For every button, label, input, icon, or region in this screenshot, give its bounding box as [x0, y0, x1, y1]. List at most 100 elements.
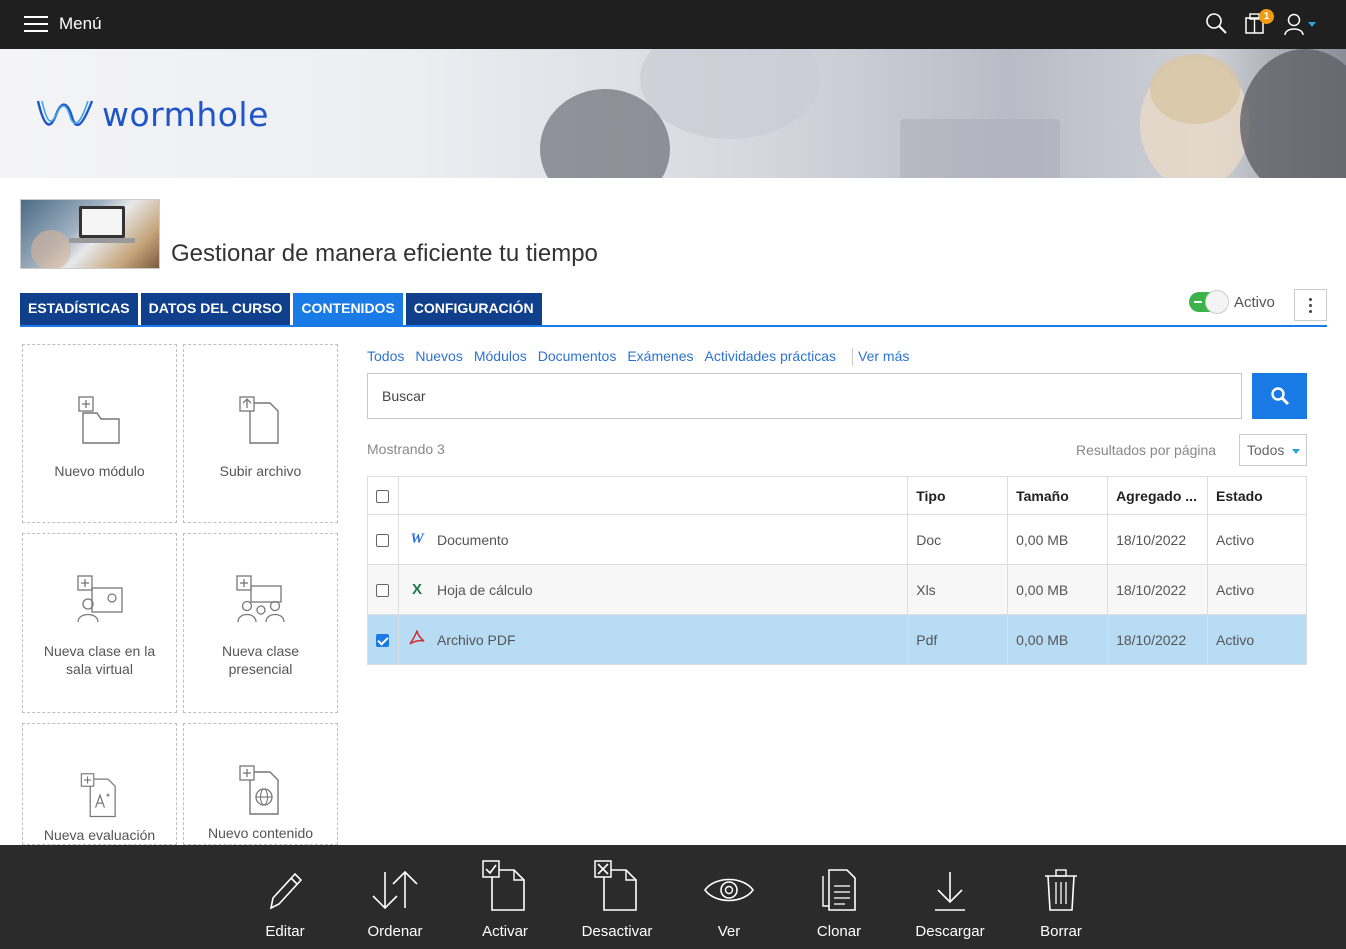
search-icon[interactable]: [1204, 11, 1228, 37]
banner: wormhole: [0, 49, 1346, 178]
card-label: Nuevo módulo: [54, 463, 145, 479]
notification-badge: 1: [1259, 9, 1274, 24]
in-person-class-icon: [235, 575, 285, 623]
added-header[interactable]: Agregado ...: [1107, 476, 1209, 515]
deactivate-button[interactable]: Desactivar: [567, 845, 667, 949]
clone-icon: [822, 869, 856, 911]
new-evaluation-card[interactable]: Nueva evaluación: [22, 723, 177, 845]
filter-modulos[interactable]: Módulos: [474, 348, 527, 366]
virtual-class-card[interactable]: Nueva clase en la sala virtual: [22, 533, 177, 713]
sort-button[interactable]: Ordenar: [345, 845, 445, 949]
sort-arrows-icon: [372, 870, 418, 910]
file-added: 18/10/2022: [1107, 564, 1209, 615]
file-status: Activo: [1207, 614, 1307, 665]
size-header[interactable]: Tamaño: [1007, 476, 1109, 515]
tab-contenidos[interactable]: CONTENIDOS: [293, 293, 403, 325]
row-checkbox[interactable]: [376, 634, 389, 648]
results-per-page-select[interactable]: Todos: [1239, 434, 1307, 466]
file-name: Documento: [436, 531, 509, 548]
file-type: Xls: [907, 564, 1009, 615]
status-header[interactable]: Estado: [1207, 476, 1307, 515]
tab-configuracion[interactable]: CONFIGURACIÓN: [405, 293, 542, 325]
toggle-switch[interactable]: [1189, 290, 1229, 314]
course-thumbnail: [20, 199, 160, 269]
search-input[interactable]: [367, 373, 1242, 419]
new-content-card[interactable]: Nuevo contenido: [183, 723, 338, 845]
new-content-icon: [238, 765, 279, 815]
select-all-checkbox[interactable]: [376, 490, 389, 504]
word-icon: W: [410, 531, 424, 547]
filter-ver-mas[interactable]: Ver más: [858, 348, 909, 366]
upload-file-icon: [238, 396, 279, 444]
results-per-page-label: Resultados por página: [1076, 442, 1217, 458]
kebab-icon: [1309, 297, 1312, 301]
tab-estadisticas[interactable]: ESTADÍSTICAS: [20, 293, 138, 325]
clone-button[interactable]: Clonar: [789, 845, 889, 949]
table-row[interactable]: Archivo PDF Pdf 0,00 MB 18/10/2022 Activ…: [367, 614, 1307, 665]
wormhole-logo-icon: [36, 100, 94, 126]
table-header-row: Tipo Tamaño Agregado ... Estado: [367, 476, 1307, 515]
file-size: 0,00 MB: [1007, 564, 1109, 615]
file-size: 0,00 MB: [1007, 514, 1109, 565]
filter-documentos[interactable]: Documentos: [538, 348, 617, 366]
edit-button[interactable]: Editar: [235, 845, 335, 949]
more-options-button[interactable]: [1294, 289, 1327, 321]
card-label: Nueva clase presencial: [221, 643, 300, 677]
card-label: Nueva clase en la sala virtual: [43, 643, 156, 677]
hamburger-icon: [24, 16, 48, 32]
user-menu[interactable]: [1284, 11, 1318, 37]
virtual-class-icon: [76, 575, 123, 623]
delete-button[interactable]: Borrar: [1011, 845, 1111, 949]
file-added: 18/10/2022: [1107, 614, 1209, 665]
card-label: Subir archivo: [219, 463, 302, 479]
activate-doc-icon: [482, 860, 525, 911]
filter-todos[interactable]: Todos: [367, 348, 404, 366]
chevron-down-icon: [1308, 21, 1316, 27]
status-toggle-label: Activo: [1234, 293, 1275, 311]
view-button[interactable]: Ver: [679, 845, 779, 949]
tab-datos-del-curso[interactable]: DATOS DEL CURSO: [140, 293, 291, 325]
course-tabs: ESTADÍSTICAS DATOS DEL CURSO CONTENIDOS …: [20, 293, 545, 325]
search-button[interactable]: [1252, 373, 1307, 419]
card-label: Nuevo contenido: [207, 825, 314, 841]
contents-table: Tipo Tamaño Agregado ... Estado W Documen…: [367, 476, 1307, 665]
menu-button[interactable]: Menú: [24, 12, 102, 36]
results-count: Mostrando 3: [367, 441, 445, 457]
file-type: Doc: [907, 514, 1009, 565]
filter-nuevos[interactable]: Nuevos: [415, 348, 462, 366]
chevron-down-icon: [1292, 449, 1300, 454]
menu-label: Menú: [59, 14, 102, 33]
download-button[interactable]: Descargar: [900, 845, 1000, 949]
in-person-class-card[interactable]: Nueva clase presencial: [183, 533, 338, 713]
notifications-icon[interactable]: 1: [1244, 9, 1274, 37]
row-checkbox[interactable]: [376, 534, 389, 548]
table-row[interactable]: W Documento Doc 0,00 MB 18/10/2022 Activo: [367, 514, 1307, 565]
upload-file-card[interactable]: Subir archivo: [183, 344, 338, 523]
name-header: [397, 476, 909, 515]
row-checkbox[interactable]: [376, 584, 389, 598]
eye-icon: [704, 878, 754, 902]
logo-text: wormhole: [102, 95, 269, 134]
file-status: Activo: [1207, 564, 1307, 615]
filter-separator: [852, 348, 854, 366]
delete-label: Borrar: [1040, 923, 1082, 940]
search-icon: [1270, 387, 1289, 406]
activate-label: Activar: [482, 923, 528, 940]
status-toggle[interactable]: Activo: [1189, 290, 1275, 314]
table-row[interactable]: X Hoja de cálculo Xls 0,00 MB 18/10/2022 …: [367, 564, 1307, 615]
new-module-card[interactable]: Nuevo módulo: [22, 344, 177, 523]
excel-icon: X: [411, 581, 422, 598]
file-added: 18/10/2022: [1107, 514, 1209, 565]
results-per-page-value: Todos: [1247, 442, 1285, 458]
type-header[interactable]: Tipo: [907, 476, 1009, 515]
filter-examenes[interactable]: Exámenes: [627, 348, 693, 366]
bottom-action-bar: Editar Ordenar Activar Desactivar Ver Cl…: [0, 845, 1346, 949]
filter-actividades-practicas[interactable]: Actividades prácticas: [705, 348, 837, 366]
file-size: 0,00 MB: [1007, 614, 1109, 665]
pdf-icon: [407, 628, 427, 650]
new-evaluation-icon: [80, 773, 116, 818]
download-label: Descargar: [915, 923, 985, 940]
download-icon: [935, 872, 965, 911]
activate-button[interactable]: Activar: [455, 845, 555, 949]
file-name: Archivo PDF: [436, 631, 516, 648]
